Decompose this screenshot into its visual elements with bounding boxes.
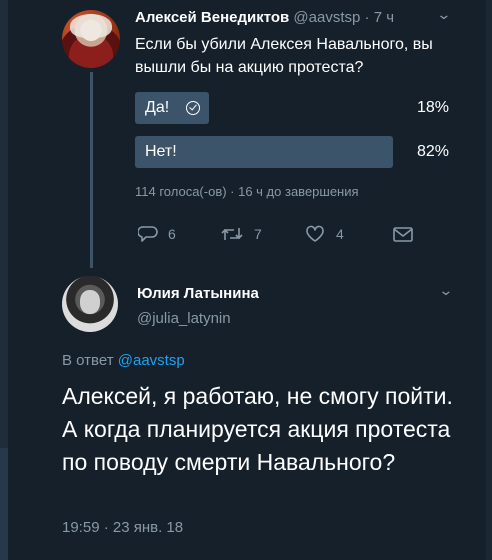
author-name[interactable]: Юлия Латынина <box>137 285 259 302</box>
retweet-icon <box>221 228 243 240</box>
envelope-icon <box>393 227 413 242</box>
message-button[interactable] <box>392 224 414 244</box>
tweet-poll: Алексей Венедиктов @aavstsp · 7 ч ⌄ Если… <box>0 0 492 268</box>
reply-icon <box>138 226 158 242</box>
poll-option-percent: 18% <box>416 99 449 116</box>
author-name[interactable]: Алексей Венедиктов <box>135 9 289 26</box>
reply-count: 6 <box>168 226 176 242</box>
tweet-timestamp[interactable]: 19:59 · 23 янв. 18 <box>62 519 183 536</box>
tweet-time[interactable]: 7 ч <box>374 9 394 26</box>
chevron-down-icon[interactable]: ⌄ <box>438 282 453 299</box>
reply-prefix: В ответ <box>62 352 114 369</box>
retweet-button[interactable]: 7 <box>220 224 262 244</box>
check-circle-icon <box>186 101 200 115</box>
author-handle[interactable]: @julia_latynin <box>137 310 231 327</box>
poll-option-percent: 82% <box>416 143 449 160</box>
chevron-down-icon[interactable]: ⌄ <box>436 6 451 23</box>
like-count: 4 <box>336 226 344 242</box>
avatar[interactable] <box>62 10 120 68</box>
tweet-text: Если бы убили Алексея Навального, вы выш… <box>135 36 433 76</box>
author-handle[interactable]: @aavstsp <box>293 9 360 26</box>
poll-option-label: Да! <box>145 99 170 116</box>
reply-context: В ответ @aavstsp <box>62 352 185 369</box>
tweet-header: Алексей Венедиктов @aavstsp · 7 ч <box>135 9 394 26</box>
retweet-count: 7 <box>254 226 262 242</box>
poll-option-label: Нет! <box>145 143 177 160</box>
like-button[interactable]: 4 <box>304 224 344 244</box>
heart-icon <box>306 225 324 242</box>
thread-connector-line <box>90 72 93 268</box>
poll-meta: 114 голоса(-ов) · 16 ч до завершения <box>135 184 359 199</box>
separator-dot: · <box>364 9 370 26</box>
reply-button[interactable]: 6 <box>138 224 176 244</box>
avatar[interactable] <box>62 276 118 332</box>
tweet-text: Алексей, я работаю, не смогу пойти. А ко… <box>62 383 453 475</box>
reply-handle-link[interactable]: @aavstsp <box>118 352 185 369</box>
